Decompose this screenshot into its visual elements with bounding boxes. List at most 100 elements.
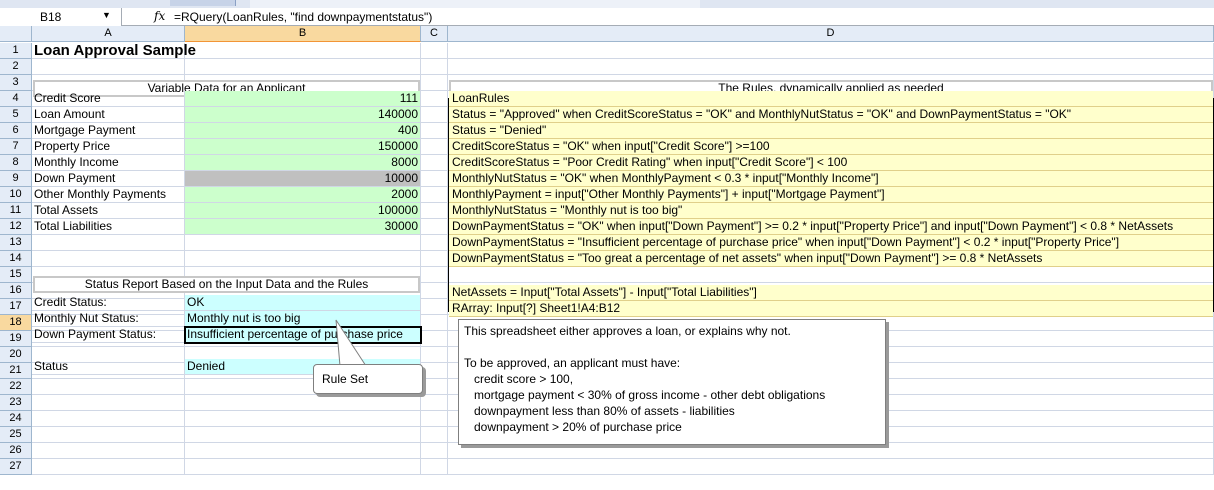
grid-cell[interactable]	[32, 379, 185, 395]
rule-line[interactable]: Status = "Denied"	[449, 123, 1213, 139]
chevron-down-icon[interactable]: ▼	[102, 10, 111, 20]
grid-cell[interactable]	[421, 347, 448, 363]
row-header-6[interactable]: 6	[0, 123, 32, 139]
rule-line[interactable]: LoanRules	[449, 91, 1213, 107]
credit-status-value[interactable]: OK	[185, 295, 421, 311]
row-header-21[interactable]: 21	[0, 363, 32, 379]
grid-cell[interactable]	[185, 459, 421, 475]
insert-function[interactable]: fx	[122, 8, 172, 26]
row-header-25[interactable]: 25	[0, 427, 32, 443]
grid-cell[interactable]	[185, 411, 421, 427]
variable-value[interactable]: 100000	[185, 203, 421, 219]
row-header-1[interactable]: 1	[0, 43, 32, 59]
grid-cell[interactable]	[448, 43, 1214, 59]
column-header-d[interactable]: D	[448, 26, 1214, 42]
variable-value[interactable]: 30000	[185, 219, 421, 235]
variable-label[interactable]: Down Payment	[32, 171, 185, 187]
rule-line[interactable]: MonthlyNutStatus = "Monthly nut is too b…	[449, 203, 1213, 219]
variable-label[interactable]: Monthly Income	[32, 155, 185, 171]
grid-cell[interactable]	[448, 459, 1214, 475]
variable-label[interactable]: Loan Amount	[32, 107, 185, 123]
grid-cell[interactable]	[185, 251, 421, 267]
row-header-15[interactable]: 15	[0, 267, 32, 283]
grid-cell[interactable]	[421, 427, 448, 443]
grid-cell[interactable]	[421, 171, 448, 187]
rule-set-callout[interactable]: Rule Set	[313, 364, 423, 394]
variable-label[interactable]: Property Price	[32, 139, 185, 155]
monthly-nut-status-value[interactable]: Monthly nut is too big	[185, 311, 421, 327]
grid-cell[interactable]	[421, 363, 448, 379]
formula-input[interactable]: =RQuery(LoanRules, "find downpaymentstat…	[174, 10, 432, 24]
grid-cell[interactable]	[421, 283, 448, 299]
variable-label[interactable]: Other Monthly Payments	[32, 187, 185, 203]
column-header-c[interactable]: C	[421, 26, 448, 42]
grid-cell[interactable]	[421, 91, 448, 107]
variable-value[interactable]: 111	[185, 91, 421, 107]
row-header-5[interactable]: 5	[0, 107, 32, 123]
row-header-3[interactable]: 3	[0, 75, 32, 91]
grid-cell[interactable]	[421, 395, 448, 411]
grid-cell[interactable]	[421, 75, 448, 91]
row-header-27[interactable]: 27	[0, 459, 32, 475]
rule-line[interactable]: MonthlyPayment = input["Other Monthly Pa…	[449, 187, 1213, 203]
row-header-12[interactable]: 12	[0, 219, 32, 235]
row-header-26[interactable]: 26	[0, 443, 32, 459]
grid-cell[interactable]	[421, 139, 448, 155]
explanation-textbox[interactable]: This spreadsheet either approves a loan,…	[458, 319, 886, 445]
variable-value[interactable]: 2000	[185, 187, 421, 203]
row-header-11[interactable]: 11	[0, 203, 32, 219]
grid-cell[interactable]	[421, 267, 448, 283]
variable-label[interactable]: Mortgage Payment	[32, 123, 185, 139]
rule-line[interactable]: DownPaymentStatus = "Too great a percent…	[449, 251, 1213, 267]
rule-line[interactable]: DownPaymentStatus = "OK" when input["Dow…	[449, 219, 1213, 235]
name-box-value[interactable]: B18	[40, 10, 61, 24]
row-header-22[interactable]: 22	[0, 379, 32, 395]
row-header-2[interactable]: 2	[0, 59, 32, 75]
variable-label[interactable]: Credit Score	[32, 91, 185, 107]
row-header-4[interactable]: 4	[0, 91, 32, 107]
variable-value[interactable]: 400	[185, 123, 421, 139]
grid-cell[interactable]	[421, 235, 448, 251]
row-header-9[interactable]: 9	[0, 171, 32, 187]
down-payment-status-label[interactable]: Down Payment Status:	[32, 327, 185, 343]
status-header[interactable]: Status Report Based on the Input Data an…	[33, 276, 420, 293]
grid-cell[interactable]	[421, 123, 448, 139]
grid-cell[interactable]	[448, 443, 1214, 459]
rule-line[interactable]: CreditScoreStatus = "Poor Credit Rating"…	[449, 155, 1213, 171]
rule-line[interactable]: CreditScoreStatus = "OK" when input["Cre…	[449, 139, 1213, 155]
variable-value[interactable]: 140000	[185, 107, 421, 123]
rule-line[interactable]: NetAssets = Input["Total Assets"] - Inpu…	[449, 285, 1213, 301]
grid-cell[interactable]	[421, 443, 448, 459]
column-header-a[interactable]: A	[32, 26, 185, 42]
name-box[interactable]: B18 ▼	[0, 8, 122, 26]
grid-cell[interactable]	[421, 411, 448, 427]
grid-cell[interactable]	[421, 155, 448, 171]
row-header-19[interactable]: 19	[0, 331, 32, 347]
grid-cell[interactable]	[421, 203, 448, 219]
column-header-b[interactable]: B	[185, 26, 421, 42]
grid-cell[interactable]	[421, 107, 448, 123]
grid-cell[interactable]	[421, 251, 448, 267]
grid-cell[interactable]	[421, 219, 448, 235]
grid-cell[interactable]	[32, 411, 185, 427]
grid-cell[interactable]	[185, 395, 421, 411]
final-status-label[interactable]: Status	[32, 359, 185, 375]
grid-cell[interactable]	[32, 459, 185, 475]
row-header-14[interactable]: 14	[0, 251, 32, 267]
grid-cell[interactable]	[421, 299, 448, 315]
grid-cell[interactable]	[185, 427, 421, 443]
grid-cell[interactable]	[185, 59, 421, 75]
grid-cell[interactable]	[421, 187, 448, 203]
grid-cell[interactable]	[185, 443, 421, 459]
row-header-23[interactable]: 23	[0, 395, 32, 411]
variable-value[interactable]: 10000	[185, 171, 421, 187]
grid-cell[interactable]	[421, 59, 448, 75]
variable-value[interactable]: 8000	[185, 155, 421, 171]
variable-label[interactable]: Total Assets	[32, 203, 185, 219]
row-header-18[interactable]: 18	[0, 315, 32, 331]
row-header-24[interactable]: 24	[0, 411, 32, 427]
function-icon[interactable]: fx	[154, 9, 165, 23]
variable-value[interactable]: 150000	[185, 139, 421, 155]
grid-cell[interactable]	[448, 59, 1214, 75]
variable-label[interactable]: Total Liabilities	[32, 219, 185, 235]
